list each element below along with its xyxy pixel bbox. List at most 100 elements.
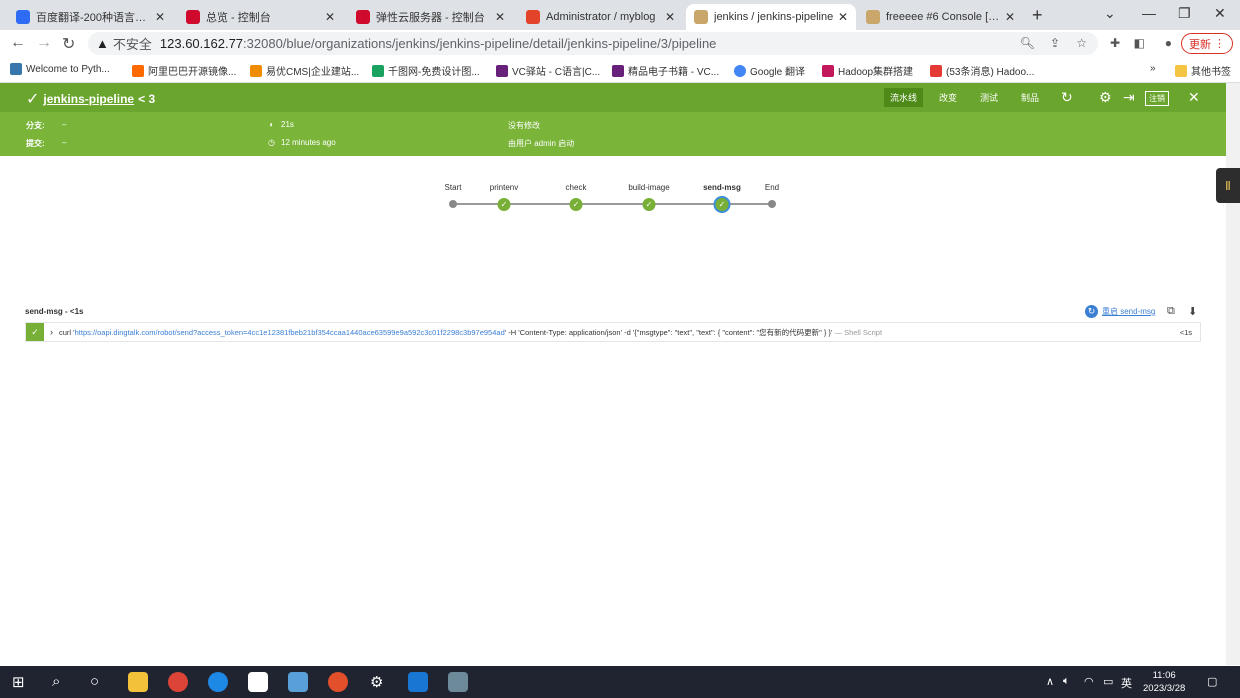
forward-icon[interactable]: →: [36, 34, 52, 52]
vm-app-icon[interactable]: [448, 672, 468, 692]
sidepanel-icon[interactable]: ◧: [1134, 36, 1145, 50]
bookmarks-bar: Welcome to Pyth... 阿里巴巴开源镜像... 易优CMS|企业建…: [0, 57, 1240, 83]
address-toolbar: ← → ↻ ▲ 不安全 123.60.162.77:32080/blue/org…: [0, 30, 1240, 57]
extension-side-icon[interactable]: Ⅱ: [1216, 168, 1240, 203]
windows-taskbar: ⊞ ⌕ ○ ⚙ ∧ 🔈︎ ◠ ▭ 英 11:06 2023/3/28 ▢: [0, 666, 1240, 698]
stage-check[interactable]: check ✓: [546, 183, 606, 211]
bookmarks-overflow-icon[interactable]: »: [1150, 63, 1156, 74]
browser-tab[interactable]: Administrator / myblog ✕: [518, 4, 683, 30]
snail-app-icon[interactable]: [328, 672, 348, 692]
settings-gear-icon[interactable]: ⚙: [1099, 89, 1112, 106]
success-check-icon: ✓: [497, 198, 511, 211]
bookmark-star-icon[interactable]: ☆: [1076, 36, 1087, 50]
profile-icon[interactable]: ●: [1165, 36, 1172, 50]
url-bar[interactable]: ▲ 不安全 123.60.162.77:32080/blue/organizat…: [88, 32, 1098, 55]
other-bookmarks[interactable]: 其他书签: [1175, 63, 1231, 78]
new-tab-icon[interactable]: +: [1032, 5, 1043, 26]
bookmark-item[interactable]: 阿里巴巴开源镜像...: [132, 63, 236, 78]
qiantu-icon: [372, 64, 384, 77]
system-clock[interactable]: 11:06 2023/3/28: [1143, 669, 1185, 695]
extensions-icon[interactable]: ✚: [1110, 36, 1120, 50]
update-button[interactable]: 更新 ⋮: [1181, 33, 1233, 54]
tab-title: jenkins / jenkins-pipeline: [714, 11, 834, 23]
bookmark-item[interactable]: 精品电子书籍 - VC...: [612, 63, 719, 78]
jenkins-icon: [694, 10, 708, 24]
bookmark-item[interactable]: (53条消息) Hadoo...: [930, 63, 1034, 78]
bookmark-item[interactable]: Hadoop集群搭建: [822, 63, 913, 78]
browser-tab[interactable]: 总览 - 控制台 ✕: [178, 4, 343, 30]
wifi-icon[interactable]: ◠: [1084, 675, 1094, 688]
search-icon[interactable]: ⌕: [52, 673, 60, 690]
url-text: 123.60.162.77:32080/blue/organizations/j…: [159, 36, 717, 51]
rerun-icon[interactable]: ↻: [1061, 89, 1073, 106]
zoom-icon[interactable]: 🔍︎: [1020, 36, 1035, 50]
share-icon[interactable]: ⇪: [1050, 36, 1060, 50]
aliyun-icon: [132, 64, 144, 77]
media-app-icon[interactable]: [408, 672, 428, 692]
expand-chevron-icon[interactable]: ›: [50, 327, 53, 337]
tab-pipeline[interactable]: 流水线: [884, 88, 924, 107]
maximize-icon[interactable]: ❐: [1178, 5, 1191, 22]
python-icon: [10, 63, 22, 75]
browser-tab[interactable]: 弹性云服务器 - 控制台 ✕: [348, 4, 513, 30]
success-check-icon: ✓: [26, 323, 44, 341]
minimize-icon[interactable]: —: [1142, 5, 1156, 21]
stage-end: End: [742, 183, 802, 208]
success-check-icon: ✓: [642, 198, 656, 211]
reload-icon[interactable]: ↻: [62, 34, 75, 54]
commit-label: 提交:: [26, 139, 45, 148]
success-check-icon: ✓: [26, 91, 40, 108]
keyboard-icon[interactable]: ▭: [1103, 675, 1113, 688]
settings-gear-icon[interactable]: ⚙: [370, 673, 383, 691]
duration-icon: ◑: [268, 120, 273, 129]
restart-stage-button[interactable]: ↻ 重启 send-msg: [1085, 305, 1155, 318]
file-explorer-icon[interactable]: [128, 672, 148, 692]
run-separator: <: [138, 92, 146, 106]
stage-build-image[interactable]: build-image ✓: [619, 183, 679, 211]
task-view-icon[interactable]: ○: [90, 673, 99, 690]
close-window-icon[interactable]: ✕: [1214, 5, 1226, 22]
close-tab-icon[interactable]: ✕: [838, 10, 848, 24]
pipeline-graph: Start printenv ✓ check ✓ build-image ✓ s…: [440, 183, 780, 213]
pipeline-link[interactable]: jenkins-pipeline: [43, 92, 134, 106]
tab-title: 百度翻译-200种语言互译、: [36, 12, 151, 24]
close-icon[interactable]: ✕: [1188, 89, 1200, 106]
notepad-icon[interactable]: [288, 672, 308, 692]
browser-tab[interactable]: 百度翻译-200种语言互译、 ✕: [8, 4, 173, 30]
tab-search-icon[interactable]: ⌄: [1104, 5, 1116, 22]
tray-expand-icon[interactable]: ∧: [1046, 675, 1054, 688]
back-icon[interactable]: ←: [10, 34, 26, 52]
step-row[interactable]: ✓ › curl 'https://oapi.dingtalk.com/robo…: [25, 322, 1201, 342]
edge-icon[interactable]: [208, 672, 228, 692]
tab-tests[interactable]: 测试: [980, 91, 998, 104]
bookmark-item[interactable]: VC驿站 - C语言|C...: [496, 63, 600, 78]
bookmark-item[interactable]: 易优CMS|企业建站...: [250, 63, 359, 78]
notification-icon[interactable]: ▢: [1207, 675, 1217, 688]
close-tab-icon[interactable]: ✕: [495, 10, 505, 24]
browser-tab[interactable]: freeeee #6 Console [Jenk ✕: [858, 4, 1023, 30]
browser-tab-active[interactable]: jenkins / jenkins-pipeline ✕: [686, 4, 856, 30]
close-tab-icon[interactable]: ✕: [155, 10, 165, 24]
stage-printenv[interactable]: printenv ✓: [474, 183, 534, 211]
download-icon[interactable]: ⬇: [1188, 305, 1197, 318]
bookmark-item[interactable]: Google 翻译: [734, 63, 805, 78]
volume-icon[interactable]: 🔈︎: [1063, 675, 1070, 688]
bookmark-item[interactable]: 千图网-免费设计图...: [372, 63, 480, 78]
logout-button[interactable]: 注销: [1145, 91, 1169, 106]
close-tab-icon[interactable]: ✕: [665, 10, 675, 24]
exit-classic-icon[interactable]: ⇥: [1123, 89, 1135, 106]
tab-artifacts[interactable]: 制品: [1021, 91, 1039, 104]
ime-indicator[interactable]: 英: [1121, 675, 1132, 691]
close-tab-icon[interactable]: ✕: [1005, 10, 1015, 24]
bookmark-item[interactable]: Welcome to Pyth...: [10, 63, 110, 75]
branch-value: –: [62, 120, 67, 129]
tab-changes[interactable]: 改变: [939, 91, 957, 104]
windows-start-icon[interactable]: ⊞: [12, 673, 25, 691]
typora-icon[interactable]: [248, 672, 268, 692]
step-duration: <1s: [1179, 327, 1192, 337]
close-tab-icon[interactable]: ✕: [325, 10, 335, 24]
success-check-icon: ✓: [569, 198, 583, 211]
chrome-icon[interactable]: [168, 672, 188, 692]
open-external-icon[interactable]: ⧉: [1167, 305, 1175, 318]
vc-icon: [612, 64, 624, 77]
